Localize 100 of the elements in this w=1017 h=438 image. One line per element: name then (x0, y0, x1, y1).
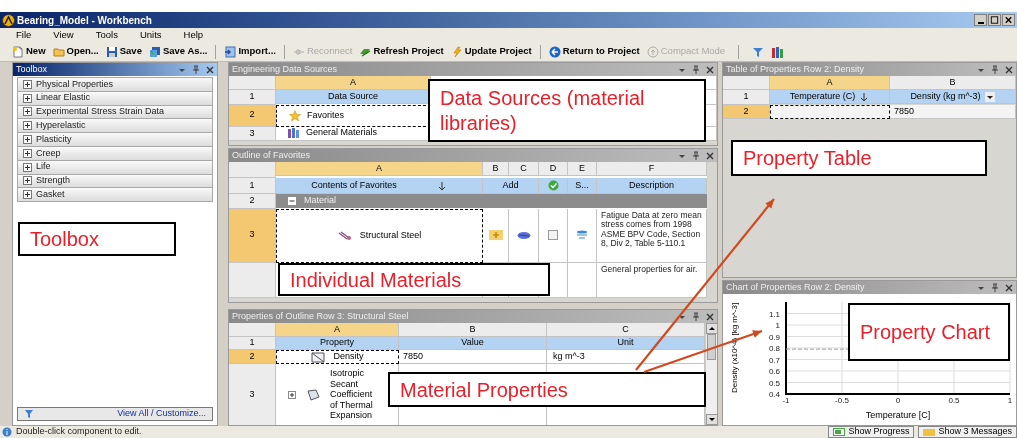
material-icon (337, 230, 352, 241)
status-message: Double-click component to edit. (16, 425, 142, 438)
close-button[interactable] (1002, 14, 1015, 26)
plus-icon[interactable] (488, 230, 503, 240)
expand-icon (23, 162, 32, 172)
tick-label: -1 (782, 396, 790, 405)
status-button[interactable]: Show 3 Messages (918, 426, 1017, 438)
toolbar-button[interactable]: New (10, 43, 48, 60)
tick-label: -0.5 (835, 396, 849, 405)
toolbox-category[interactable]: Gasket (17, 187, 213, 203)
close-icon[interactable] (706, 312, 714, 321)
check-icon (547, 180, 559, 191)
left-arrow-icon (548, 45, 561, 58)
toolbar-button[interactable]: Open... (50, 43, 101, 60)
category-label: Strength (36, 174, 71, 188)
menu-item[interactable]: View (53, 27, 74, 43)
stack-icon (576, 230, 588, 240)
expand-icon (23, 79, 32, 89)
close-icon[interactable] (206, 65, 214, 74)
view-all-link[interactable]: View All / Customize... (117, 407, 206, 421)
column-header: C (547, 323, 705, 337)
close-icon[interactable] (1005, 283, 1013, 292)
column-header: D (539, 162, 568, 176)
panel-title: Engineering Data Sources (232, 63, 338, 76)
property-icon (306, 388, 320, 401)
sort-icon[interactable] (436, 180, 447, 191)
tick-label: 0.4 (768, 390, 780, 399)
pin-icon[interactable] (692, 65, 700, 74)
tick-label: 1.1 (768, 309, 780, 319)
row-number: 1 (229, 90, 276, 105)
panel-title: Toolbox (16, 63, 48, 76)
field-header: Property (276, 337, 399, 350)
column-header: F (597, 162, 707, 176)
column-header: B (399, 323, 547, 337)
property-name[interactable]: Isotropic Secant Coefficient of Thermal Expansion (330, 368, 380, 421)
category-label: Gasket (36, 188, 65, 202)
callout-label: Toolbox (18, 222, 176, 256)
input-field[interactable] (770, 104, 890, 119)
column-header: A (276, 162, 483, 176)
pin-icon[interactable] (692, 312, 700, 321)
toolbar-button[interactable]: Refresh Project (357, 43, 446, 60)
pin-icon[interactable] (692, 151, 700, 160)
property-name[interactable]: Density (276, 350, 399, 364)
scrollbar-thumb[interactable] (707, 334, 716, 360)
menu-item[interactable]: Help (183, 27, 204, 43)
panel-title: Chart of Properties Row 2: Density (726, 281, 865, 294)
sort-icon[interactable] (859, 91, 870, 102)
menu-item[interactable]: File (16, 27, 32, 43)
material-item[interactable]: Structural Steel (276, 208, 483, 263)
toolbar-button[interactable]: Import... (222, 43, 278, 60)
tick-label: 0.5 (948, 396, 960, 405)
pin-icon[interactable] (192, 65, 200, 74)
column-header: A (276, 76, 431, 90)
close-icon[interactable] (706, 151, 714, 160)
maximize-button[interactable] (988, 14, 1001, 26)
collapse-icon (288, 197, 296, 205)
scroll-down-icon[interactable] (706, 414, 717, 425)
minimize-icon (977, 22, 984, 24)
star-icon (289, 109, 301, 122)
toolbar-button[interactable]: Update Project (448, 43, 534, 60)
column-header: B (483, 162, 509, 176)
panel-title: Table of Properties Row 2: Density (726, 63, 865, 76)
column-header: B (890, 76, 1016, 90)
toolbox-category[interactable]: Plasticity (17, 132, 213, 147)
field-header: Description (597, 178, 707, 194)
pin-icon[interactable] (991, 65, 999, 74)
menu-item[interactable]: Tools (95, 27, 118, 43)
books-icon (288, 128, 300, 138)
status-button[interactable]: Show Progress (828, 426, 915, 438)
checkbox[interactable] (548, 230, 558, 240)
category-label: Linear Elastic (36, 91, 91, 105)
column-header: A (770, 76, 890, 90)
column-header: E (568, 162, 597, 176)
toolbox-category[interactable]: Physical Properties (17, 77, 213, 92)
close-icon[interactable] (1005, 65, 1013, 74)
close-icon[interactable] (706, 65, 714, 74)
toolbar-button[interactable]: Save As... (146, 43, 210, 60)
toolbar-button[interactable]: Return to Project (546, 43, 642, 60)
maximize-icon (989, 14, 1000, 26)
minimize-button[interactable] (974, 14, 987, 26)
scroll-up-icon[interactable] (706, 323, 717, 334)
row-number: 2 (229, 104, 276, 127)
progress-icon (833, 428, 846, 436)
category-label: Life (36, 160, 51, 174)
callout-label: Material Properties (388, 372, 706, 407)
column-header: A (276, 323, 399, 337)
dropdown-icon[interactable] (984, 91, 995, 102)
description-cell: Fatigue Data at zero mean stress comes from 1998 ASME BPV Code, Section 8, Div 2, Table 5-110.1 (597, 208, 707, 263)
menu-item[interactable]: Units (139, 27, 162, 43)
toolbar-button[interactable]: Save (103, 43, 144, 60)
tick-label: 0.8 (768, 344, 780, 353)
panel-title: Properties of Outline Row 3: Structural Steel (232, 310, 409, 323)
expand-icon[interactable] (288, 390, 296, 399)
category-label: Creep (36, 146, 61, 160)
expand-icon (23, 176, 32, 186)
callout-label: Data Sources (material libraries) (428, 79, 706, 142)
scrollbar[interactable] (705, 323, 717, 425)
book-icon (516, 230, 531, 240)
category-label: Physical Properties (36, 77, 114, 91)
pin-icon[interactable] (991, 283, 999, 292)
